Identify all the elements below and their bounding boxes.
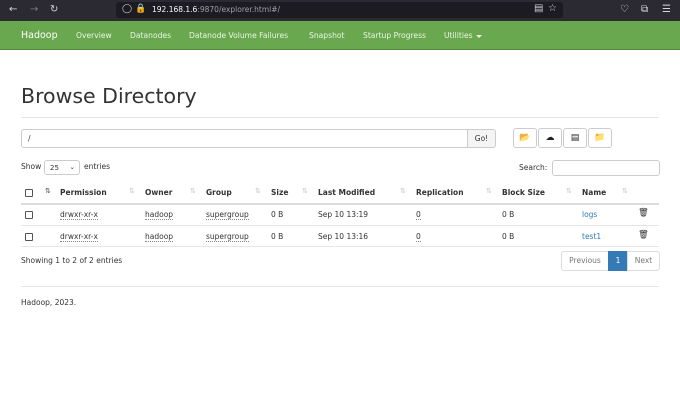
cloud-upload-icon: ☁ (545, 133, 555, 143)
next-page-button[interactable]: Next (627, 251, 660, 271)
sort-icon[interactable]: ⇅ (622, 187, 628, 195)
create-directory-button[interactable]: 📂 (513, 128, 537, 148)
col-replication[interactable]: Replication (416, 188, 464, 197)
col-name[interactable]: Name (582, 188, 606, 197)
nav-startup-progress[interactable]: Startup Progress (363, 31, 426, 40)
cell-block-size: 0 B (502, 232, 515, 241)
folder-open-icon: 📂 (519, 133, 531, 143)
nav-utilities-label: Utilities (444, 31, 473, 40)
directory-path-input[interactable]: / (21, 129, 468, 148)
show-label: Show (21, 162, 42, 171)
sort-icon[interactable]: ⇅ (255, 187, 261, 195)
chevron-down-icon: ⌄ (69, 163, 75, 171)
table-info: Showing 1 to 2 of 2 entries (21, 256, 123, 265)
sort-icon[interactable]: ⇅ (190, 187, 196, 195)
forward-icon[interactable]: → (30, 4, 38, 16)
col-permission[interactable]: Permission (60, 188, 107, 197)
list-icon: ▤ (570, 133, 580, 143)
sort-icon[interactable]: ⇅ (302, 187, 308, 195)
col-owner[interactable]: Owner (145, 188, 172, 197)
cell-name-link[interactable]: logs (582, 210, 597, 219)
cell-owner[interactable]: hadoop (145, 210, 174, 220)
nav-datanodes[interactable]: Datanodes (130, 31, 171, 40)
col-size[interactable]: Size (271, 188, 288, 197)
page-size-select[interactable]: 25 ⌄ (44, 160, 80, 175)
address-bar[interactable]: ◯ 🔒 192.168.1.6:9870/explorer.html#/ ▤ ☆ (116, 2, 563, 18)
sort-icon[interactable]: ⇅ (400, 187, 406, 195)
divider (21, 286, 659, 287)
row-divider (21, 225, 659, 226)
cell-replication[interactable]: 0 (416, 232, 421, 242)
row-checkbox[interactable] (25, 211, 33, 219)
paste-button[interactable]: 📁 (588, 128, 612, 148)
brand-link[interactable]: Hadoop (21, 30, 58, 41)
col-group[interactable]: Group (206, 188, 232, 197)
table-header-divider (21, 203, 659, 205)
row-checkbox[interactable] (25, 233, 33, 241)
cell-size: 0 B (271, 232, 284, 241)
cell-permission[interactable]: drwxr-xr-x (60, 210, 98, 220)
cell-replication[interactable]: 0 (416, 210, 421, 220)
nav-snapshot[interactable]: Snapshot (309, 31, 345, 40)
page-size-value: 25 (50, 164, 59, 172)
select-all-checkbox[interactable] (25, 189, 33, 197)
lock-icon[interactable]: 🔒 (135, 4, 146, 14)
nav-overview[interactable]: Overview (76, 31, 112, 40)
extensions-icon[interactable]: ⧉ (641, 4, 648, 15)
sort-icon[interactable]: ⇅ (45, 187, 51, 195)
trash-icon[interactable]: 🗑 (638, 230, 649, 240)
sort-icon[interactable]: ⇅ (486, 187, 492, 195)
page-title: Browse Directory (21, 84, 197, 108)
cell-modified: Sep 10 13:19 (318, 210, 369, 219)
go-button[interactable]: Go! (467, 129, 496, 148)
cell-group[interactable]: supergroup (206, 210, 249, 220)
cell-modified: Sep 10 13:16 (318, 232, 369, 241)
back-icon[interactable]: ← (9, 4, 17, 16)
col-block-size[interactable]: Block Size (502, 188, 545, 197)
pocket-icon[interactable]: ♡ (620, 4, 629, 15)
caret-down-icon (475, 34, 482, 38)
divider (21, 117, 659, 118)
cut-paste-button[interactable]: ▤ (563, 128, 587, 148)
previous-page-button[interactable]: Previous (561, 251, 609, 271)
current-page-button[interactable]: 1 (608, 251, 628, 271)
upload-files-button[interactable]: ☁ (538, 128, 562, 148)
col-last-modified[interactable]: Last Modified (318, 188, 375, 197)
sort-icon[interactable]: ⇅ (566, 187, 572, 195)
cell-group[interactable]: supergroup (206, 232, 249, 242)
reader-view-icon[interactable]: ▤ (534, 3, 543, 14)
cell-permission[interactable]: drwxr-xr-x (60, 232, 98, 242)
row-divider (21, 246, 659, 247)
menu-icon[interactable]: ☰ (662, 4, 671, 15)
browser-toolbar: ← → ↻ ◯ 🔒 192.168.1.6:9870/explorer.html… (0, 0, 680, 21)
footer-text: Hadoop, 2023. (21, 298, 77, 307)
hadoop-navbar: Hadoop Overview Datanodes Datanode Volum… (0, 21, 680, 50)
reload-icon[interactable]: ↻ (50, 4, 58, 16)
folder-move-icon: 📁 (594, 133, 606, 143)
bookmark-star-icon[interactable]: ☆ (548, 3, 557, 14)
cell-name-link[interactable]: test1 (582, 232, 601, 241)
trash-icon[interactable]: 🗑 (638, 208, 649, 218)
security-icon[interactable]: ◯ (122, 4, 132, 14)
search-label: Search: (519, 163, 548, 172)
nav-utilities-dropdown[interactable]: Utilities (444, 31, 482, 40)
url-text[interactable]: 192.168.1.6:9870/explorer.html#/ (152, 5, 280, 14)
cell-owner[interactable]: hadoop (145, 232, 174, 242)
entries-label: entries (84, 162, 110, 171)
nav-datanode-volume-failures[interactable]: Datanode Volume Failures (189, 31, 288, 40)
cell-block-size: 0 B (502, 210, 515, 219)
search-input[interactable] (552, 160, 660, 176)
sort-icon[interactable]: ⇅ (129, 187, 135, 195)
cell-size: 0 B (271, 210, 284, 219)
